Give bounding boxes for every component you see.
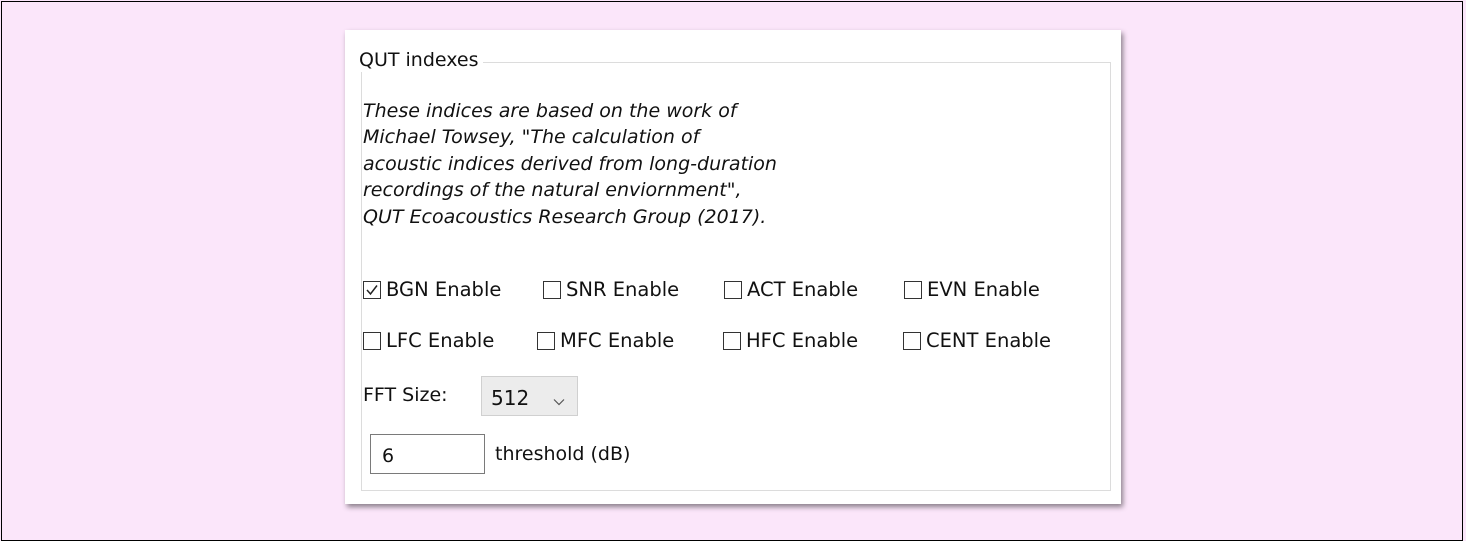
bgn-enable-checkbox[interactable]: BGN Enable bbox=[363, 278, 543, 301]
snr-enable-label: SNR Enable bbox=[566, 278, 680, 301]
evn-enable-label: EVN Enable bbox=[927, 278, 1040, 301]
checkbox-icon[interactable] bbox=[903, 331, 921, 350]
group-title: QUT indexes bbox=[357, 48, 483, 72]
checkbox-row-1: BGN Enable SNR Enable ACT Enable EVN Ena… bbox=[363, 278, 1040, 301]
evn-enable-checkbox[interactable]: EVN Enable bbox=[904, 278, 1040, 301]
description-line: These indices are based on the work of bbox=[363, 100, 737, 122]
hfc-enable-label: HFC Enable bbox=[746, 329, 859, 352]
hfc-enable-checkbox[interactable]: HFC Enable bbox=[723, 329, 903, 352]
act-enable-label: ACT Enable bbox=[747, 278, 859, 301]
checkbox-icon[interactable] bbox=[724, 280, 742, 299]
checkbox-checked-icon[interactable] bbox=[363, 280, 381, 299]
lfc-enable-checkbox[interactable]: LFC Enable bbox=[363, 329, 537, 352]
act-enable-checkbox[interactable]: ACT Enable bbox=[724, 278, 904, 301]
description-line: QUT Ecoacoustics Research Group (2017). bbox=[363, 205, 767, 228]
snr-enable-checkbox[interactable]: SNR Enable bbox=[543, 278, 724, 301]
threshold-label: threshold (dB) bbox=[495, 443, 631, 465]
checkbox-row-2: LFC Enable MFC Enable HFC Enable CENT En… bbox=[363, 329, 1051, 352]
checkbox-icon[interactable] bbox=[537, 331, 555, 350]
description-text: These indices are based on the work of M… bbox=[363, 98, 863, 230]
qut-indexes-panel: QUT indexes These indices are based on t… bbox=[345, 30, 1121, 504]
chevron-down-icon bbox=[553, 391, 565, 410]
fft-size-value: 512 bbox=[491, 386, 530, 410]
threshold-input[interactable]: 6 bbox=[370, 434, 485, 474]
description-line: acoustic indices derived from long-durat… bbox=[363, 152, 777, 175]
cent-enable-label: CENT Enable bbox=[926, 329, 1052, 352]
mfc-enable-label: MFC Enable bbox=[560, 329, 675, 352]
description-line: recordings of the natural enviornment", bbox=[363, 179, 742, 202]
lfc-enable-label: LFC Enable bbox=[386, 329, 495, 352]
cent-enable-checkbox[interactable]: CENT Enable bbox=[903, 329, 1051, 352]
checkbox-icon[interactable] bbox=[723, 331, 741, 350]
bgn-enable-label: BGN Enable bbox=[386, 278, 502, 301]
checkbox-icon[interactable] bbox=[904, 280, 922, 299]
mfc-enable-checkbox[interactable]: MFC Enable bbox=[537, 329, 723, 352]
fft-size-dropdown[interactable]: 512 bbox=[481, 376, 578, 416]
fft-size-label: FFT Size: bbox=[363, 384, 448, 406]
description-line: Michael Towsey, "The calculation of bbox=[363, 126, 700, 149]
checkbox-icon[interactable] bbox=[543, 280, 561, 299]
checkbox-icon[interactable] bbox=[363, 331, 381, 350]
